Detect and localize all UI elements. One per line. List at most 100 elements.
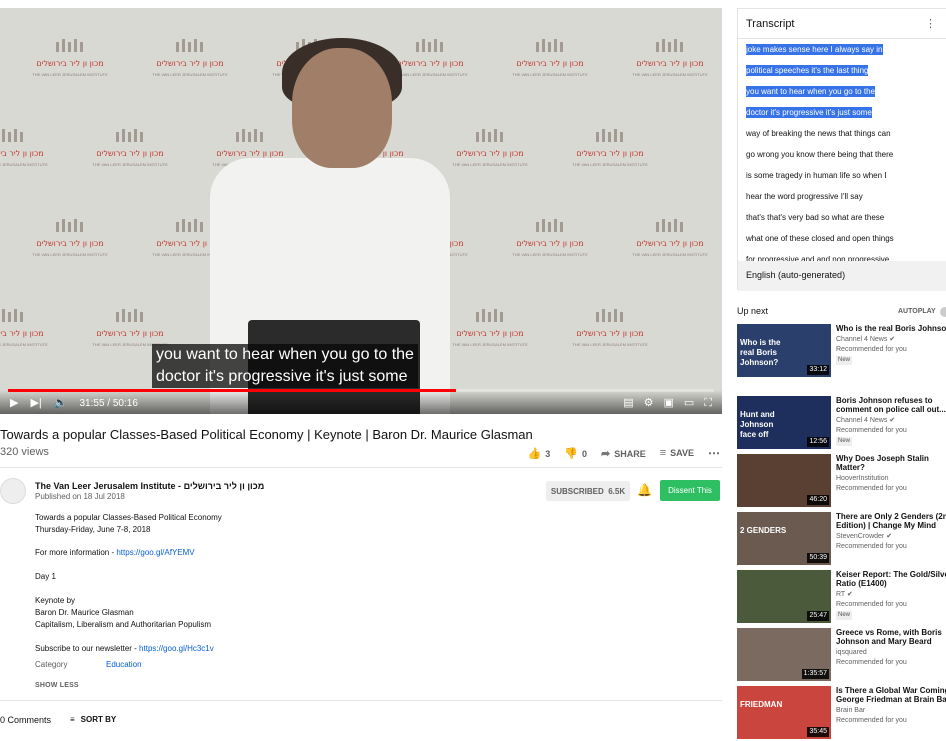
institute-logo: מכון ון ליר בירושליםTHE VAN LEER JERUSAL…	[32, 219, 108, 257]
recommended-channel[interactable]: HooverInstitution	[836, 474, 889, 484]
video-duration: 1:35:57	[801, 669, 829, 679]
svg-text:מכון ון ליר בירושלים: מכון ון ליר בירושלים	[216, 149, 283, 158]
institute-logo: מכון ון ליר בירושליםTHE VAN LEER JERUSAL…	[512, 39, 588, 77]
recommended-video[interactable]: 25:47 Keiser Report: The Gold/Silver Ratio…	[737, 570, 946, 624]
recommended-channel[interactable]: RT ✔	[836, 590, 853, 600]
svg-text:THE VAN LEER JERUSALEM INSTITU: THE VAN LEER JERUSALEM INSTITUTE	[632, 252, 708, 257]
transcript-line-highlighted[interactable]: political speeches it's the last thing	[746, 60, 942, 81]
thumbnail-text-line: Johnson	[740, 420, 774, 429]
svg-text:THE VAN LEER JERUSALEM INSTITU: THE VAN LEER JERUSALEM INSTITUTE	[452, 162, 528, 167]
settings-gear-icon[interactable]: ⚙	[644, 397, 654, 409]
thumbnail-text: Hunt and Johnson face off	[740, 410, 775, 440]
subscribed-button[interactable]: SUBSCRIBED 6.5K	[546, 481, 630, 501]
transcript-line-highlighted[interactable]: joke makes sense here I always say in	[746, 39, 942, 60]
recommendation-reason: Recommended for you	[836, 346, 907, 353]
transcript-header: Transcript ⋮	[738, 9, 946, 39]
recommended-video-title[interactable]: Greece vs Rome, with Boris Johnson and Ma…	[836, 628, 946, 646]
svg-text:THE VAN LEER JERUSALEM INSTITU: THE VAN LEER JERUSALEM INSTITUTE	[0, 162, 48, 167]
svg-text:מכון ון ליר בירושלים: מכון ון ליר בירושלים	[396, 59, 463, 68]
dislike-button[interactable]: 👎 0	[564, 447, 587, 460]
recommended-channel[interactable]: Brain Bar	[836, 706, 865, 716]
more-info-link[interactable]: https://goo.gl/AfYEMV	[116, 548, 194, 557]
more-actions-icon[interactable]: ⋯	[708, 446, 720, 460]
show-less-button[interactable]: SHOW LESS	[35, 682, 79, 689]
volume-icon[interactable]: 🔈	[54, 397, 68, 409]
fullscreen-icon[interactable]: ⛶	[704, 397, 712, 409]
publish-date: Published on 18 Jul 2018	[35, 492, 125, 501]
category-link[interactable]: Education	[106, 660, 142, 669]
institute-logo: מכון ון ליר בירושליםTHE VAN LEER JERUSAL…	[92, 309, 168, 347]
transcript-lines[interactable]: joke makes sense here I always say in pol…	[746, 39, 942, 270]
title-line: There are Only 2 Genders (2nd	[836, 512, 946, 521]
recommended-channel[interactable]: Channel 4 News ✔	[836, 335, 895, 345]
video-player[interactable]: מכון ון ליר בירושלים THE VAN LEER JERUSAL…	[0, 8, 722, 414]
video-thumbnail[interactable]: 2 GENDERS 50:39	[737, 512, 831, 565]
svg-text:מכון ון ליר בירושלים: מכון ון ליר בירושלים	[456, 149, 523, 158]
recommended-video[interactable]: Who is the real Boris Johnson? 33:12 Who is …	[737, 324, 946, 378]
new-badge: New	[836, 611, 853, 620]
sort-by-button[interactable]: ≡ SORT BY	[70, 715, 116, 724]
recommended-video-title[interactable]: Boris Johnson refuses to comment on polic…	[836, 396, 946, 414]
subtitles-icon[interactable]: ▤	[623, 397, 633, 409]
video-thumbnail[interactable]: 1:35:57	[737, 628, 831, 681]
recommended-video-title[interactable]: Why Does Joseph Stalin Matter?	[836, 454, 946, 472]
svg-text:THE VAN LEER JERUSALEM INSTITU: THE VAN LEER JERUSALEM INSTITUTE	[512, 72, 588, 77]
verified-icon: ✔	[887, 417, 896, 424]
channel-name[interactable]: The Van Leer Jerusalem Institute - מכון …	[35, 481, 264, 491]
recommended-video-title[interactable]: Who is the real Boris Johnson?	[836, 324, 946, 333]
recommended-channel[interactable]: iqsquared	[836, 648, 867, 658]
recommended-video[interactable]: 46:20 Why Does Joseph Stalin Matter? Hoover…	[737, 454, 946, 508]
autoplay-toggle[interactable]	[940, 307, 946, 317]
channel-name: RT	[836, 591, 846, 598]
transcript-line[interactable]: is some tragedy in human life so when I	[746, 165, 942, 186]
transcript-line[interactable]: hear the word progressive I'll say	[746, 186, 942, 207]
newsletter-link[interactable]: https://goo.gl/Hc3c1v	[139, 644, 214, 653]
channel-name: Channel 4 News	[836, 417, 888, 424]
channel-avatar[interactable]	[0, 478, 26, 504]
transcript-line-highlighted[interactable]: doctor it's progressive it's just some	[746, 102, 942, 123]
save-button[interactable]: ≡ SAVE	[660, 447, 694, 459]
thumbnail-text-line: face off	[740, 430, 769, 439]
play-icon[interactable]: ▶	[10, 397, 18, 409]
description-line: Thursday-Friday, June 7-8, 2018	[35, 525, 151, 534]
recommended-video[interactable]: 1:35:57 Greece vs Rome, with Boris Johnson…	[737, 628, 946, 682]
video-thumbnail[interactable]: FRIEDMAN 35:45	[737, 686, 831, 739]
dissent-button[interactable]: Dissent This	[660, 480, 720, 501]
video-thumbnail[interactable]: 46:20	[737, 454, 831, 507]
transcript-line[interactable]: that's that's very bad so what are these	[746, 207, 942, 228]
share-icon: ➦	[601, 447, 611, 460]
share-button[interactable]: ➦ SHARE	[601, 447, 646, 460]
miniplayer-icon[interactable]: ▣	[663, 397, 673, 409]
verified-icon: ✔	[884, 533, 893, 540]
transcript-line[interactable]: way of breaking the news that things can	[746, 123, 942, 144]
notification-bell-icon[interactable]: 🔔	[637, 483, 652, 497]
recommended-video-title[interactable]: Is There a Global War Coming? George Frie…	[836, 686, 946, 704]
transcript-menu-icon[interactable]: ⋮	[925, 17, 936, 30]
recommended-video[interactable]: FRIEDMAN 35:45 Is There a Global War Comin…	[737, 686, 946, 740]
recommended-video[interactable]: Hunt and Johnson face off 12:56 Boris Johnso…	[737, 396, 946, 450]
institute-logo: מכון ון ליר בירושליםTHE VAN LEER JERUSAL…	[0, 129, 48, 167]
transcript-line[interactable]: go wrong you know there being that there	[746, 144, 942, 165]
recommended-video-title[interactable]: There are Only 2 Genders (2nd Edition) | …	[836, 512, 946, 530]
svg-text:THE VAN LEER JERUSALEM INSTITU: THE VAN LEER JERUSALEM INSTITUTE	[392, 72, 468, 77]
video-thumbnail[interactable]: Who is the real Boris Johnson? 33:12	[737, 324, 831, 377]
recommendation-reason: Recommended for you	[836, 717, 907, 724]
video-duration: 46:20	[807, 495, 829, 505]
recommended-video[interactable]: 2 GENDERS 50:39 There are Only 2 Genders (…	[737, 512, 946, 566]
transcript-line[interactable]: what one of these closed and open things	[746, 228, 942, 249]
speaker-head	[292, 48, 392, 168]
video-thumbnail[interactable]: Hunt and Johnson face off 12:56	[737, 396, 831, 449]
recommended-video-title[interactable]: Keiser Report: The Gold/Silver Ratio (E14…	[836, 570, 946, 588]
title-line: Ratio (E1400)	[836, 579, 887, 588]
svg-text:THE VAN LEER JERUSALEM INSTITU: THE VAN LEER JERUSALEM INSTITUTE	[92, 162, 168, 167]
like-button[interactable]: 👍 3	[528, 447, 551, 460]
video-thumbnail[interactable]: 25:47	[737, 570, 831, 623]
recommended-channel[interactable]: StevenCrowder ✔	[836, 532, 892, 542]
theater-mode-icon[interactable]: ▭	[684, 397, 694, 409]
transcript-language-selector[interactable]: English (auto-generated)	[738, 261, 946, 291]
progress-bar[interactable]	[8, 389, 714, 392]
thumbnail-text: Who is the real Boris Johnson?	[740, 338, 780, 368]
next-icon[interactable]: ▶|	[30, 397, 41, 409]
transcript-line-highlighted[interactable]: you want to hear when you go to the	[746, 81, 942, 102]
recommended-channel[interactable]: Channel 4 News ✔	[836, 416, 895, 426]
